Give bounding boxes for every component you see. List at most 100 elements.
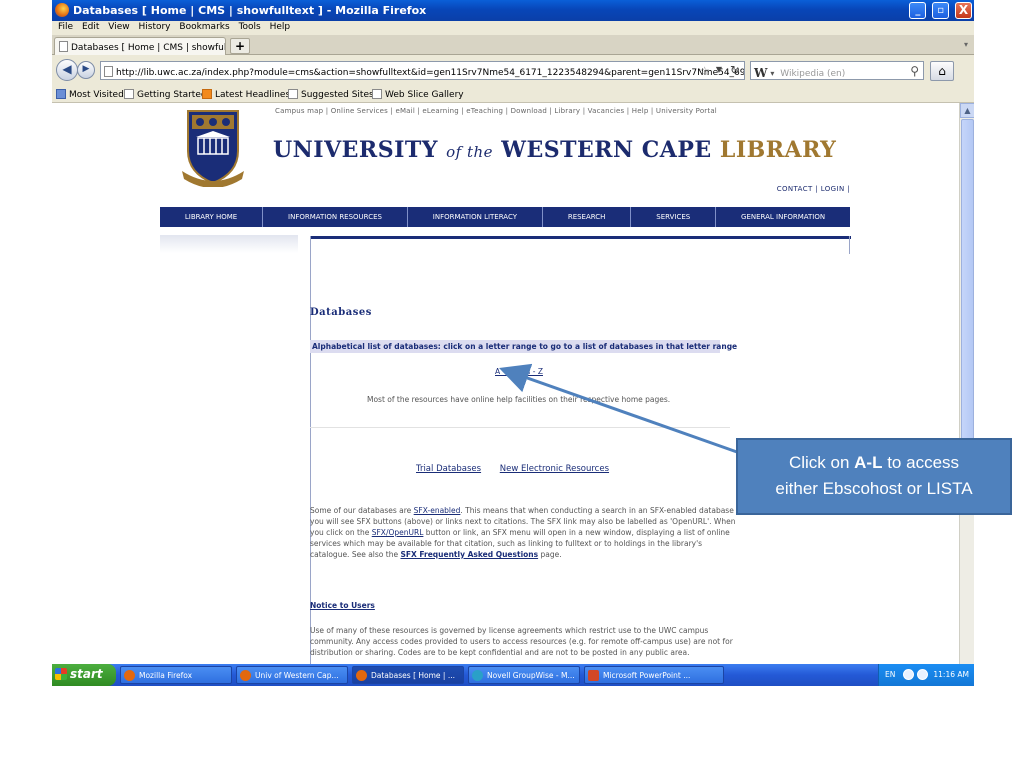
- window-controls: _ ▫ X: [907, 2, 972, 19]
- callout-text: to access: [882, 453, 960, 472]
- range-a-l-link[interactable]: A - L: [495, 367, 512, 376]
- page-icon: [124, 89, 134, 99]
- range-m-z-link[interactable]: M - Z: [524, 367, 543, 376]
- bookmark-star-icon[interactable]: ☆: [699, 64, 710, 78]
- network-icon[interactable]: [917, 669, 928, 680]
- most-visited-icon: [56, 89, 66, 99]
- taskbar-label: Univ of Western Cap...: [255, 671, 339, 680]
- scroll-up-icon[interactable]: ▲: [960, 103, 974, 118]
- library-title: UNIVERSITY of the WESTERN CAPE LIBRARY: [273, 137, 836, 163]
- search-engine-dropdown-icon[interactable]: ▾: [770, 69, 774, 78]
- nav-information-resources[interactable]: INFORMATION RESOURCES: [263, 207, 408, 227]
- tab-databases[interactable]: Databases [ Home | CMS | showfulltext ]: [54, 37, 226, 55]
- clock: 11:16 AM: [933, 670, 969, 679]
- firefox-icon: [240, 670, 251, 681]
- callout-bold: A-L: [854, 453, 883, 472]
- new-electronic-resources-link[interactable]: New Electronic Resources: [500, 464, 609, 474]
- page-icon: [288, 89, 298, 99]
- contact-login: CONTACT | LOGIN |: [776, 185, 850, 193]
- title-bar[interactable]: Databases [ Home | CMS | showfulltext ] …: [52, 0, 974, 21]
- page-heading: Databases: [310, 307, 372, 318]
- wikipedia-icon: W: [754, 66, 768, 80]
- sfx-faq-link[interactable]: SFX Frequently Asked Questions: [400, 550, 538, 559]
- menu-tools[interactable]: Tools: [239, 22, 261, 32]
- taskbar-item-groupwise[interactable]: Novell GroupWise - M...: [468, 666, 580, 684]
- menu-bookmarks[interactable]: Bookmarks: [179, 22, 229, 32]
- windows-flag-icon: [55, 668, 67, 680]
- bookmark-suggested-sites[interactable]: Suggested Sites: [288, 89, 374, 100]
- bookmark-label: Latest Headlines: [215, 90, 291, 100]
- volume-icon[interactable]: [903, 669, 914, 680]
- callout-text: Click on: [788, 453, 855, 472]
- menu-history[interactable]: History: [138, 22, 170, 32]
- language-indicator[interactable]: EN: [885, 670, 895, 679]
- maximize-button[interactable]: ▫: [932, 2, 950, 19]
- nav-library-home[interactable]: LIBRARY HOME: [160, 207, 264, 227]
- notice-to-users-link[interactable]: Notice to Users: [310, 601, 375, 610]
- content-right-edge: [849, 236, 850, 254]
- search-icon[interactable]: ⚲: [910, 64, 919, 78]
- nav-information-literacy[interactable]: INFORMATION LITERACY: [408, 207, 543, 227]
- taskbar-label: Novell GroupWise - M...: [487, 671, 575, 680]
- bookmark-most-visited[interactable]: Most Visited: [56, 89, 124, 100]
- taskbar-label: Databases [ Home | ...: [371, 671, 455, 680]
- firefox-icon: [55, 3, 69, 17]
- slide: Databases [ Home | CMS | showfulltext ] …: [0, 0, 1024, 768]
- bookmark-web-slice-gallery[interactable]: Web Slice Gallery: [372, 89, 464, 100]
- taskbar-item-powerpoint[interactable]: Microsoft PowerPoint ...: [584, 666, 724, 684]
- contact-link[interactable]: CONTACT: [777, 185, 813, 193]
- minimize-button[interactable]: _: [909, 2, 927, 19]
- bookmark-label: Suggested Sites: [301, 90, 374, 100]
- nav-services[interactable]: SERVICES: [631, 207, 717, 227]
- vertical-scrollbar[interactable]: ▲ ▼: [959, 103, 974, 683]
- menu-file[interactable]: File: [58, 22, 73, 32]
- firefox-icon: [356, 670, 367, 681]
- search-bar[interactable]: W ▾ Wikipedia (en) ⚲: [750, 61, 924, 80]
- windows-taskbar: start Mozilla Firefox Univ of Western Ca…: [52, 664, 974, 686]
- tab-list-chevron-icon[interactable]: ▾: [964, 40, 968, 49]
- start-label: start: [70, 667, 103, 681]
- system-tray: EN 11:16 AM: [878, 664, 974, 686]
- main-navigation: LIBRARY HOME INFORMATION RESOURCES INFOR…: [160, 207, 850, 227]
- taskbar-item-databases[interactable]: Databases [ Home | ...: [352, 666, 464, 684]
- page-icon: [372, 89, 382, 99]
- new-tab-button[interactable]: +: [230, 38, 250, 54]
- sfx-text: page.: [538, 550, 562, 559]
- powerpoint-icon: [588, 670, 599, 681]
- url-text: http://lib.uwc.ac.za/index.php?module=cm…: [116, 68, 745, 78]
- bookmark-getting-started[interactable]: Getting Started: [124, 89, 207, 100]
- trial-databases-link[interactable]: Trial Databases: [416, 464, 481, 474]
- nav-research[interactable]: RESEARCH: [543, 207, 632, 227]
- rss-icon: [202, 89, 212, 99]
- sfx-openurl-link[interactable]: SFX/OpenURL: [372, 528, 424, 537]
- menu-view[interactable]: View: [108, 22, 129, 32]
- title-western-cape: WESTERN CAPE: [501, 137, 712, 163]
- site-identity-icon[interactable]: [104, 66, 113, 77]
- window-title: Databases [ Home | CMS | showfulltext ] …: [73, 4, 427, 17]
- back-forward: ◀ ▶: [56, 59, 98, 81]
- taskbar-item-firefox[interactable]: Mozilla Firefox: [120, 666, 232, 684]
- utility-links[interactable]: Campus map | Online Services | eMail | e…: [275, 107, 717, 115]
- taskbar-item-uwc[interactable]: Univ of Western Cap...: [236, 666, 348, 684]
- nav-general-information[interactable]: GENERAL INFORMATION: [716, 207, 850, 227]
- address-bar[interactable]: http://lib.uwc.ac.za/index.php?module=cm…: [100, 61, 745, 80]
- back-button[interactable]: ◀: [56, 59, 78, 81]
- forward-button[interactable]: ▶: [77, 61, 95, 79]
- reload-icon[interactable]: ↻: [730, 63, 740, 77]
- firefox-icon: [124, 670, 135, 681]
- range-separator: |: [516, 367, 520, 376]
- menu-help[interactable]: Help: [270, 22, 291, 32]
- close-button[interactable]: X: [955, 2, 972, 19]
- url-dropdown-icon[interactable]: ▼: [716, 65, 722, 74]
- start-button[interactable]: start: [52, 664, 116, 686]
- bookmark-latest-headlines[interactable]: Latest Headlines: [202, 89, 290, 100]
- login-link[interactable]: LOGIN: [821, 185, 845, 193]
- search-placeholder: Wikipedia (en): [780, 69, 846, 79]
- taskbar-label: Mozilla Firefox: [139, 671, 193, 680]
- home-button[interactable]: ⌂: [930, 61, 954, 81]
- callout-line-1: Click on A-L to access: [738, 450, 1010, 476]
- university-crest-logo: [182, 110, 244, 187]
- sfx-enabled-link[interactable]: SFX-enabled: [414, 506, 461, 515]
- menu-edit[interactable]: Edit: [82, 22, 99, 32]
- tab-strip: Databases [ Home | CMS | showfulltext ] …: [52, 35, 974, 55]
